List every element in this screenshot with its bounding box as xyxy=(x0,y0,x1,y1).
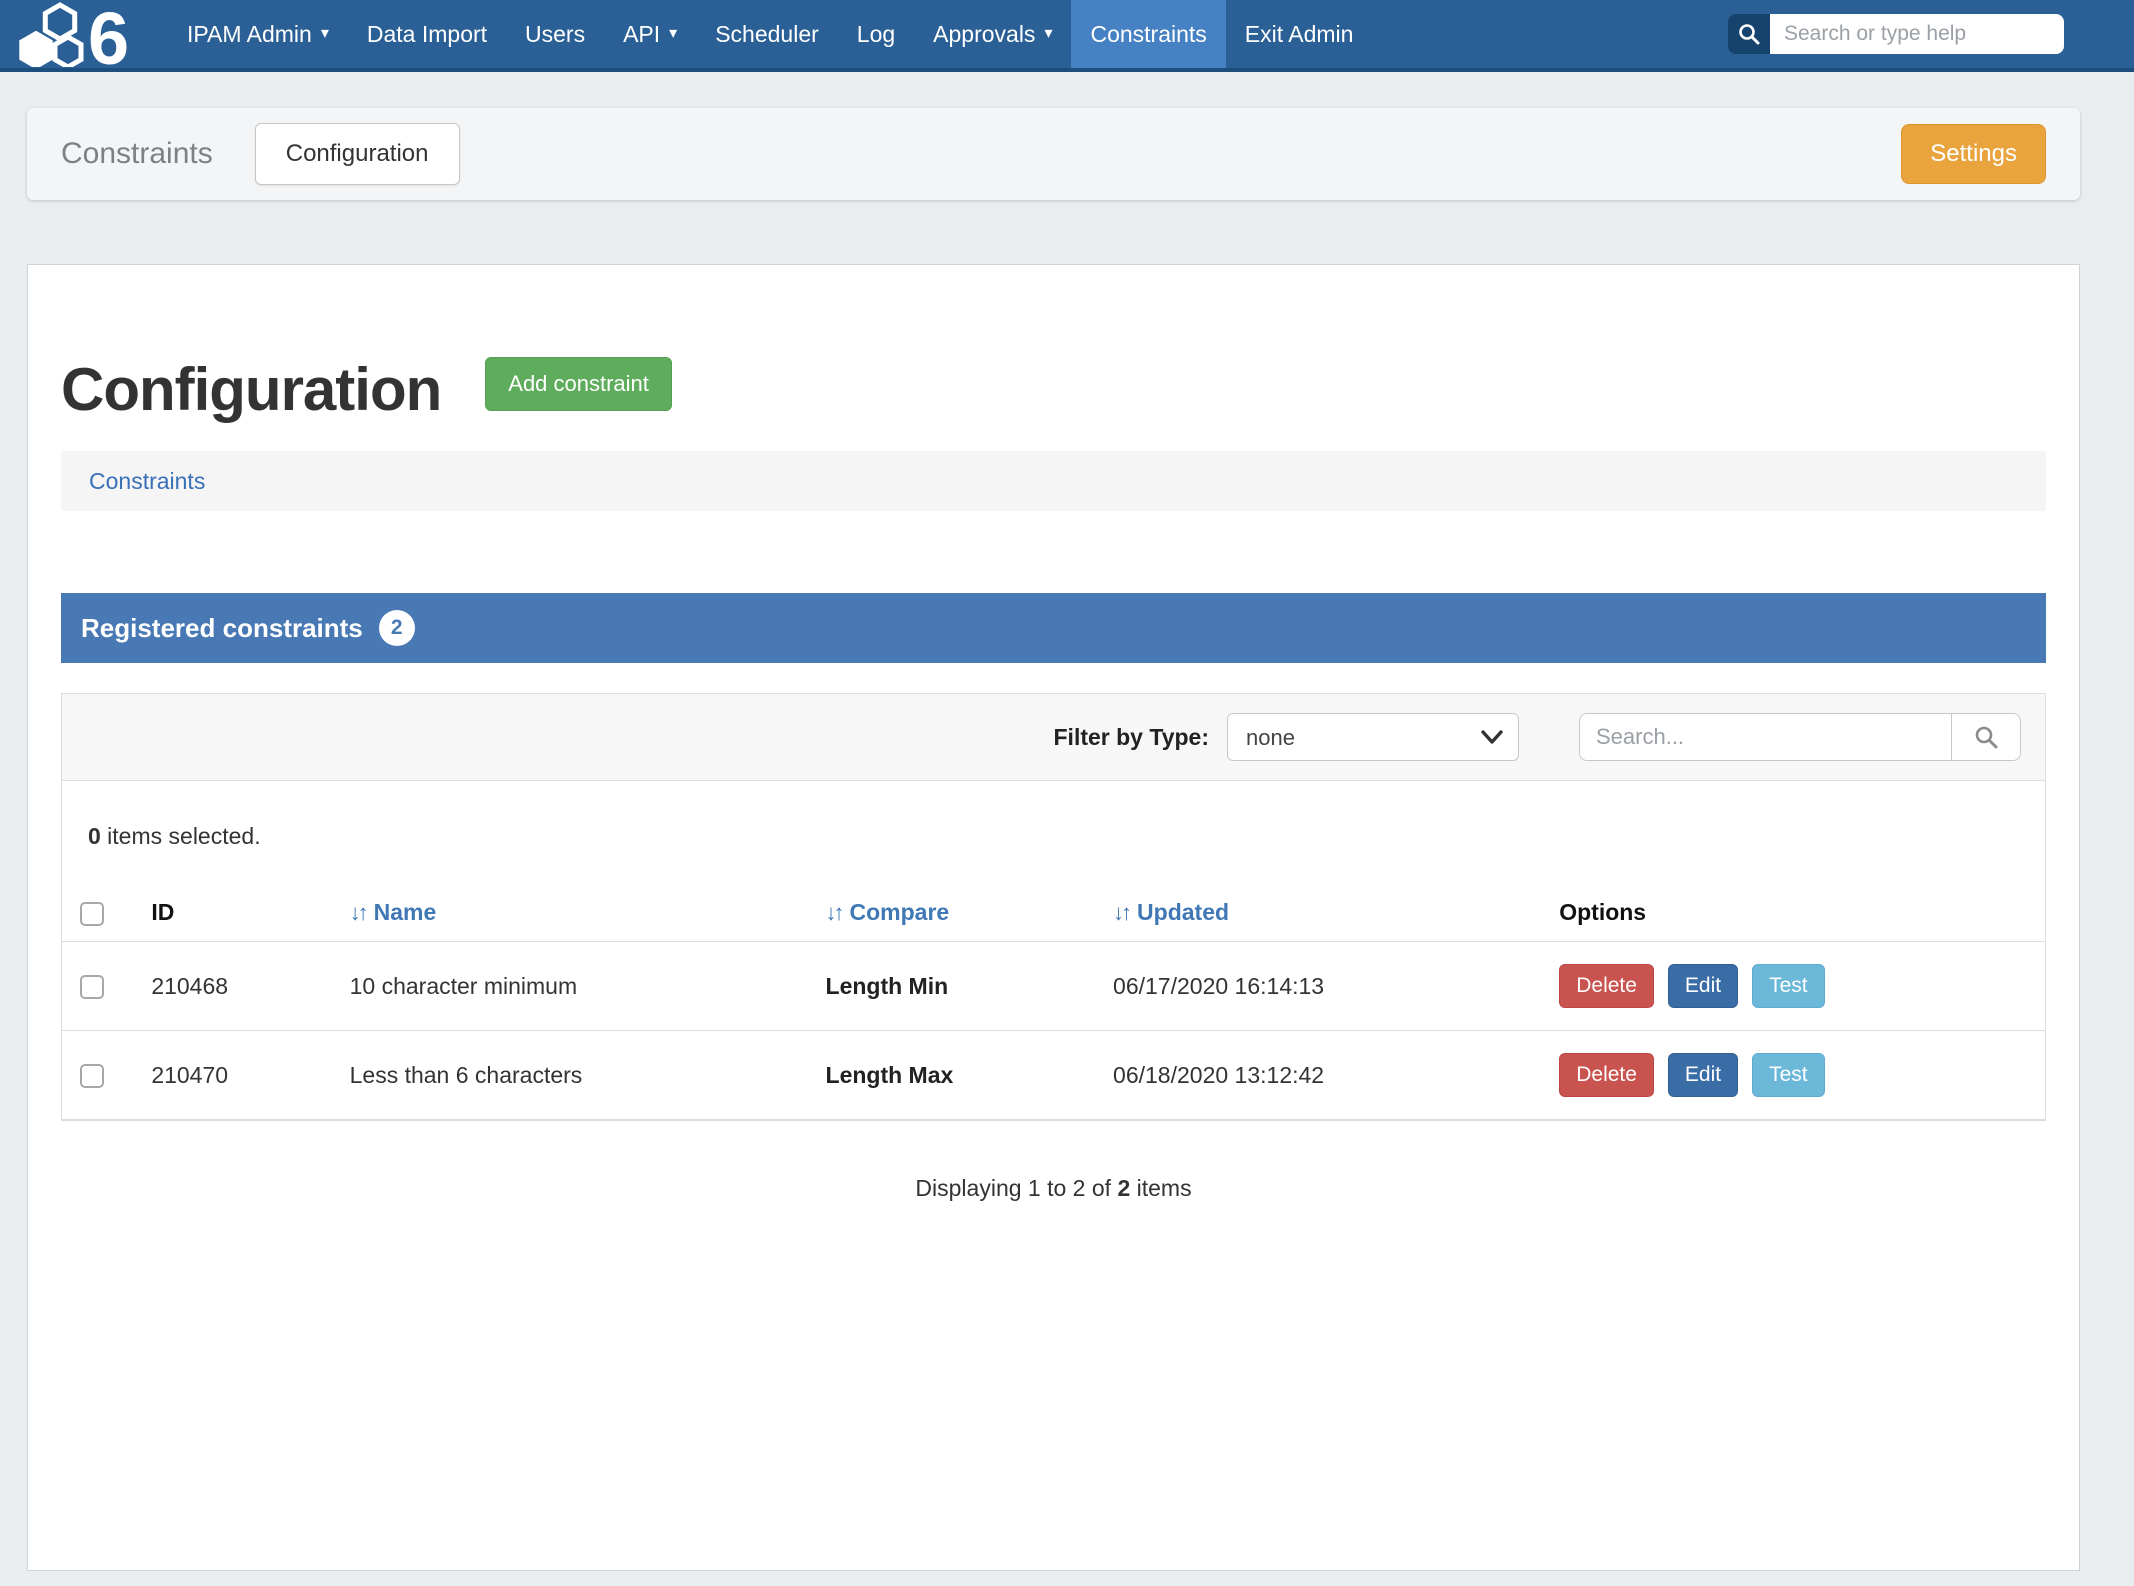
table-row: 210470 Less than 6 characters Length Max… xyxy=(62,1031,2045,1120)
registered-constraints-header: Registered constraints 2 xyxy=(61,593,2046,663)
pagination-prefix: Displaying 1 to 2 of xyxy=(915,1175,1117,1201)
select-all-cell xyxy=(62,884,141,942)
row-select-cell xyxy=(62,1031,141,1120)
nav-menu: IPAM Admin ▾ Data Import Users API ▾ Sched… xyxy=(168,0,1372,68)
nav-label: Approvals xyxy=(933,21,1035,48)
nav-item-data-import[interactable]: Data Import xyxy=(348,0,506,68)
constraints-box: Filter by Type: none 0 items selected. xyxy=(61,693,2046,1121)
cell-id: 210468 xyxy=(141,942,339,1031)
nav-label: Constraints xyxy=(1090,21,1206,48)
pagination-summary: Displaying 1 to 2 of 2 items xyxy=(61,1175,2046,1202)
cell-id: 210470 xyxy=(141,1031,339,1120)
section-title: Configuration xyxy=(61,358,441,421)
filter-bar: Filter by Type: none xyxy=(62,694,2045,781)
selected-count: 0 xyxy=(88,823,101,849)
nav-item-scheduler[interactable]: Scheduler xyxy=(696,0,838,68)
edit-button[interactable]: Edit xyxy=(1668,964,1738,1008)
hexagon-logo-icon: 6 xyxy=(16,1,144,67)
test-button[interactable]: Test xyxy=(1752,1053,1825,1097)
test-button[interactable]: Test xyxy=(1752,964,1825,1008)
chevron-down-icon: ▾ xyxy=(669,26,677,42)
delete-button[interactable]: Delete xyxy=(1559,1053,1654,1097)
nav-label: Log xyxy=(857,21,895,48)
cell-updated: 06/17/2020 16:14:13 xyxy=(1103,942,1549,1031)
edit-button[interactable]: Edit xyxy=(1668,1053,1738,1097)
nav-item-api[interactable]: API ▾ xyxy=(604,0,696,68)
row-select-cell xyxy=(62,942,141,1031)
column-label: Name xyxy=(374,899,437,925)
table-search-group xyxy=(1579,713,2021,761)
top-navbar: 6 IPAM Admin ▾ Data Import Users API ▾ Sch… xyxy=(0,0,2134,72)
filter-type-select[interactable]: none xyxy=(1227,713,1519,761)
nav-label: API xyxy=(623,21,660,48)
select-all-checkbox[interactable] xyxy=(80,902,104,926)
search-icon xyxy=(1728,14,1770,54)
panel-title: Registered constraints xyxy=(81,613,363,644)
column-label: Updated xyxy=(1137,899,1229,925)
cell-name: Less than 6 characters xyxy=(340,1031,816,1120)
page-title: Constraints xyxy=(61,137,213,171)
global-search xyxy=(1728,14,2064,54)
nav-item-exit-admin[interactable]: Exit Admin xyxy=(1226,0,1373,68)
row-option-buttons: Delete Edit Test xyxy=(1559,964,2035,1008)
column-header-updated[interactable]: ↓↑ Updated xyxy=(1103,884,1549,942)
main-panel: Configuration Add constraint Constraints… xyxy=(27,264,2080,1571)
cell-compare: Length Min xyxy=(816,942,1104,1031)
row-checkbox[interactable] xyxy=(80,975,104,999)
section-heading-row: Configuration Add constraint xyxy=(61,357,2046,421)
pagination-total: 2 xyxy=(1117,1175,1130,1201)
app-logo[interactable]: 6 xyxy=(0,0,168,68)
column-header-compare[interactable]: ↓↑ Compare xyxy=(816,884,1104,942)
sort-icon: ↓↑ xyxy=(826,900,842,925)
filter-type-select-wrap: none xyxy=(1227,713,1519,761)
search-icon xyxy=(1973,724,1999,750)
nav-item-users[interactable]: Users xyxy=(506,0,604,68)
column-header-id: ID xyxy=(141,884,339,942)
cell-updated: 06/18/2020 13:12:42 xyxy=(1103,1031,1549,1120)
table-row: 210468 10 character minimum Length Min 0… xyxy=(62,942,2045,1031)
cell-compare: Length Max xyxy=(816,1031,1104,1120)
selection-status: 0 items selected. xyxy=(62,781,2045,884)
nav-label: Scheduler xyxy=(715,21,819,48)
logo-six-text: 6 xyxy=(88,1,129,67)
chevron-down-icon: ▾ xyxy=(321,26,329,42)
chevron-down-icon: ▾ xyxy=(1044,26,1052,42)
nav-label: IPAM Admin xyxy=(187,21,312,48)
settings-button[interactable]: Settings xyxy=(1901,124,2046,184)
nav-item-constraints[interactable]: Constraints xyxy=(1071,0,1225,68)
global-search-input[interactable] xyxy=(1770,14,2064,54)
selected-suffix: items selected. xyxy=(101,823,261,849)
cell-name: 10 character minimum xyxy=(340,942,816,1031)
row-checkbox[interactable] xyxy=(80,1064,104,1088)
nav-item-ipam-admin[interactable]: IPAM Admin ▾ xyxy=(168,0,348,68)
cell-options: Delete Edit Test xyxy=(1549,942,2045,1031)
column-header-options: Options xyxy=(1549,884,2045,942)
column-header-name[interactable]: ↓↑ Name xyxy=(340,884,816,942)
table-header-row: ID ↓↑ Name ↓↑ Compare ↓↑ Updated Options xyxy=(62,884,2045,942)
nav-item-log[interactable]: Log xyxy=(838,0,914,68)
delete-button[interactable]: Delete xyxy=(1559,964,1654,1008)
filter-type-label: Filter by Type: xyxy=(1054,724,1210,751)
count-badge: 2 xyxy=(379,610,415,646)
add-constraint-button[interactable]: Add constraint xyxy=(485,357,672,411)
cell-options: Delete Edit Test xyxy=(1549,1031,2045,1120)
table-search-button[interactable] xyxy=(1951,713,2021,761)
page-header-bar: Constraints Configuration Settings xyxy=(27,108,2080,200)
nav-label: Data Import xyxy=(367,21,487,48)
breadcrumb-link-constraints[interactable]: Constraints xyxy=(89,468,205,495)
sort-icon: ↓↑ xyxy=(350,900,366,925)
pagination-suffix: items xyxy=(1130,1175,1191,1201)
configuration-tab-button[interactable]: Configuration xyxy=(255,123,460,185)
column-label: Compare xyxy=(850,899,950,925)
nav-item-approvals[interactable]: Approvals ▾ xyxy=(914,0,1071,68)
nav-label: Users xyxy=(525,21,585,48)
constraints-table: ID ↓↑ Name ↓↑ Compare ↓↑ Updated Options 21… xyxy=(62,884,2045,1120)
table-search-input[interactable] xyxy=(1579,713,1951,761)
sort-icon: ↓↑ xyxy=(1113,900,1129,925)
nav-label: Exit Admin xyxy=(1245,21,1354,48)
breadcrumb: Constraints xyxy=(61,451,2046,511)
row-option-buttons: Delete Edit Test xyxy=(1559,1053,2035,1097)
